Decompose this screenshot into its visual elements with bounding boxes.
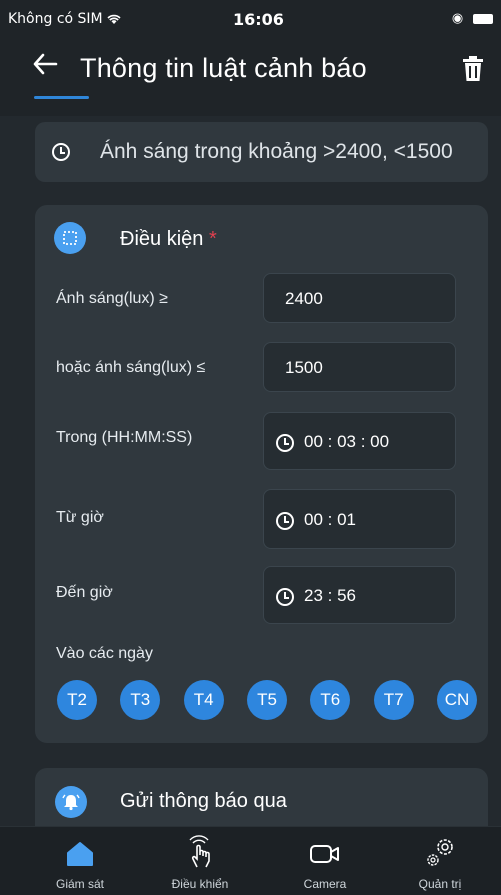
to-time-field[interactable]: 23 : 56 bbox=[263, 566, 456, 624]
back-arrow-icon[interactable] bbox=[32, 51, 58, 85]
tab-label: Giám sát bbox=[55, 877, 104, 891]
day-t4[interactable]: T4 bbox=[183, 680, 224, 720]
light-le-field[interactable]: 1500 bbox=[263, 342, 456, 392]
to-time-label: Đến giờ bbox=[56, 584, 113, 601]
tab-camera[interactable]: Camera bbox=[270, 827, 380, 895]
day-t2[interactable]: T2 bbox=[57, 680, 97, 720]
from-time-value: 00 : 01 bbox=[304, 510, 356, 529]
day-t6[interactable]: T6 bbox=[310, 680, 351, 720]
clock-time: 16:06 bbox=[233, 10, 284, 29]
status-bar: Không có SIM 16:06 ◉ bbox=[0, 0, 501, 46]
day-t3[interactable]: T3 bbox=[120, 680, 161, 720]
touch-icon bbox=[185, 835, 215, 874]
tab-admin[interactable]: Quản trị bbox=[385, 827, 495, 895]
bottom-tab-bar: Giám sát Điều khiển Camera Quản trị bbox=[0, 826, 501, 895]
to-time-value: 23 : 56 bbox=[304, 586, 356, 605]
days-label: Vào các ngày bbox=[56, 645, 153, 662]
clock-icon bbox=[276, 587, 294, 606]
light-le-label: hoặc ánh sáng(lux) ≤ bbox=[56, 359, 206, 376]
header-underline bbox=[34, 96, 89, 99]
clock-icon bbox=[52, 143, 80, 161]
orientation-lock-icon: ◉ bbox=[451, 11, 464, 26]
camera-icon bbox=[309, 841, 341, 872]
tab-label: Quản trị bbox=[418, 877, 462, 891]
rule-summary-text: Ánh sáng trong khoảng >2400, <1500 bbox=[100, 140, 453, 163]
tab-label: Camera bbox=[303, 877, 347, 891]
settings-icon bbox=[423, 835, 457, 874]
tab-control[interactable]: Điều khiển bbox=[145, 827, 255, 895]
days-selector: T2 T3 T4 T5 T6 T7 CN bbox=[57, 680, 477, 720]
duration-field[interactable]: 00 : 03 : 00 bbox=[263, 412, 456, 470]
light-ge-field[interactable]: 2400 bbox=[263, 273, 456, 323]
page-title: Thông tin luật cảnh báo bbox=[80, 53, 367, 83]
light-ge-label: Ánh sáng(lux) ≥ bbox=[56, 290, 168, 307]
tab-monitoring[interactable]: Giám sát bbox=[25, 827, 135, 895]
day-t7[interactable]: T7 bbox=[373, 680, 414, 720]
tab-label: Điều khiển bbox=[171, 877, 229, 891]
duration-label: Trong (HH:MM:SS) bbox=[56, 429, 193, 446]
day-cn[interactable]: CN bbox=[436, 680, 477, 720]
trash-icon[interactable] bbox=[462, 56, 484, 87]
clock-icon bbox=[276, 433, 294, 452]
duration-value: 00 : 03 : 00 bbox=[304, 432, 390, 451]
carrier-label: Không có SIM bbox=[8, 11, 121, 27]
clock-icon bbox=[276, 511, 294, 530]
condition-title: Điều kiện * bbox=[120, 228, 217, 250]
light-le-value: 1500 bbox=[285, 358, 323, 377]
home-icon bbox=[65, 839, 95, 874]
required-mark: * bbox=[208, 228, 217, 250]
wifi-icon bbox=[107, 11, 121, 27]
light-ge-value: 2400 bbox=[285, 289, 323, 308]
notify-title: Gửi thông báo qua bbox=[120, 790, 287, 812]
day-t5[interactable]: T5 bbox=[246, 680, 287, 720]
from-time-label: Từ giờ bbox=[56, 509, 104, 526]
status-icons: ◉ bbox=[452, 11, 493, 26]
from-time-field[interactable]: 00 : 01 bbox=[263, 489, 456, 549]
condition-icon bbox=[54, 222, 86, 254]
bell-icon bbox=[55, 786, 87, 818]
battery-icon bbox=[473, 13, 493, 24]
